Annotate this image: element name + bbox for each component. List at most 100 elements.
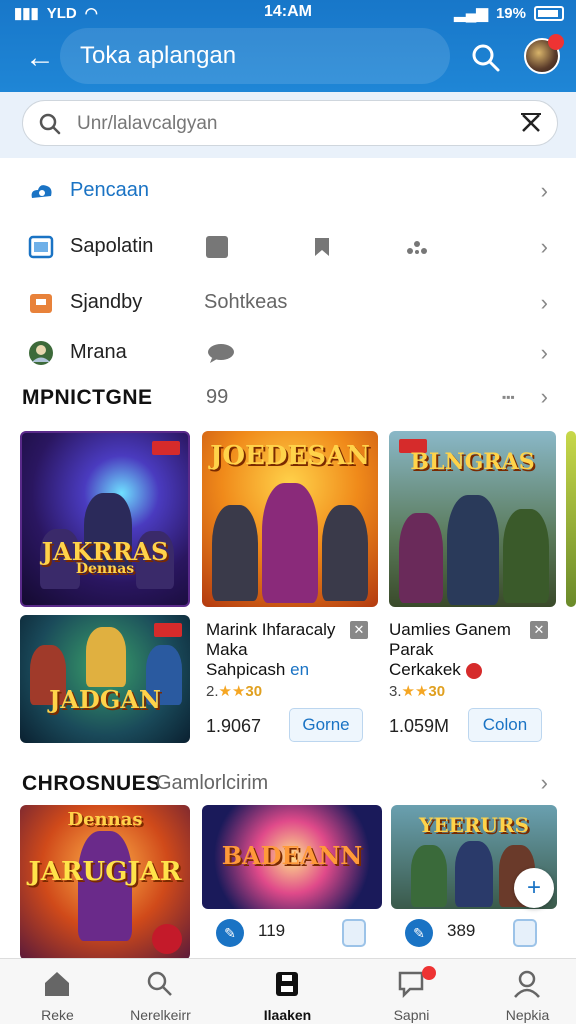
character-figure [447, 495, 499, 605]
chevron-right-icon: › [540, 290, 548, 315]
battery-percent: 19% [495, 4, 526, 22]
artwork-title: BLNGRAS [410, 449, 535, 475]
screen-icon [28, 235, 54, 259]
game-title-line: Marink Ihfaracaly [206, 620, 336, 639]
nav-item-profile[interactable]: Nepkia [470, 959, 576, 1024]
nav-item-home[interactable]: Reke [0, 959, 115, 1024]
game-action-button[interactable]: Colon [468, 708, 542, 742]
card-count: 389 [447, 921, 476, 940]
menu-item-pencaan[interactable]: Pencaan › [0, 162, 576, 218]
signal-strength-icon: ▂▄▆ [454, 5, 488, 22]
cloud-icon [31, 185, 52, 198]
game-artwork[interactable]: JADGAN [20, 615, 190, 743]
game-artwork[interactable]: JOEDESAN [202, 431, 378, 607]
rating-value: 30 [245, 683, 263, 700]
game-title-suffix: en [290, 660, 310, 679]
square-icon [206, 236, 228, 258]
badge [152, 924, 182, 954]
game-rating: 3.★★30 [389, 682, 445, 700]
notification-dot [548, 34, 564, 50]
nav-item-library[interactable]: Ilaaken [230, 959, 345, 1024]
close-icon[interactable]: ✕ [530, 621, 548, 639]
character-figure [455, 841, 493, 907]
menu-item-extra: Sohtkeas [204, 291, 288, 313]
save-icon[interactable] [513, 919, 537, 947]
card-count: 119 [258, 921, 286, 940]
menu-item-mrana[interactable]: Mrana › [0, 324, 576, 380]
game-title-line: Sahpicash [206, 660, 286, 679]
more-dots-icon: ▪▪▪ [502, 390, 515, 404]
game-artwork[interactable]: JAKRRAS Dennas [20, 431, 190, 607]
menu-item-label: Sjandby [70, 291, 143, 313]
artwork-title: JADGAN [49, 685, 161, 714]
search-icon[interactable] [466, 38, 506, 78]
close-icon[interactable]: ✕ [350, 621, 368, 639]
chevron-right-icon[interactable]: › [541, 384, 548, 410]
edit-icon[interactable]: ✎ [216, 919, 244, 947]
character-figure [212, 505, 258, 601]
nav-label: Sapni [393, 1007, 430, 1023]
edit-icon[interactable]: ✎ [405, 919, 433, 947]
card-footer: ✎ 119 [202, 909, 382, 957]
game-title-line: Cerkakek [389, 660, 461, 679]
section-title: CHROSNUES [22, 772, 161, 795]
character-figure [262, 483, 318, 603]
game-count: 1.9067 [206, 716, 262, 736]
back-arrow-icon[interactable]: ← [20, 38, 60, 78]
game-title-line: Maka [206, 640, 248, 659]
add-button[interactable]: + [514, 868, 554, 908]
alert-icon [465, 662, 482, 679]
character-figure [322, 505, 368, 601]
chevron-right-icon: › [540, 234, 548, 259]
chevron-right-icon[interactable]: › [541, 770, 548, 796]
menu-item-sapolatin[interactable]: Sapolatin › [0, 218, 576, 274]
app-header: ▮▮▮ YLD ◠ 14:AM ▂▄▆ 19% ← Toka aplangan [0, 0, 576, 92]
star-icon: ★★ [401, 683, 429, 700]
bookmark-icon [315, 238, 329, 256]
save-icon[interactable] [342, 919, 366, 947]
game-artwork[interactable]: Dennas JARUGJAR [20, 805, 190, 960]
profile-icon [514, 970, 540, 998]
search-person-icon [147, 971, 172, 996]
game-artwork[interactable]: BADEANN [202, 805, 382, 909]
game-count: 1.059M [389, 716, 450, 736]
section-subtitle: Gamlorlcirim [156, 772, 269, 794]
chat-bubble-icon [208, 344, 234, 363]
character-figure [503, 509, 549, 603]
notification-badge [422, 966, 436, 980]
game-artwork[interactable]: BLNGRAS [389, 431, 556, 607]
rating-value: 30 [428, 683, 446, 700]
game-title: Marink Ihfaracaly Maka Sahpicash en [206, 620, 335, 680]
menu-item-label: Mrana [70, 341, 127, 363]
box-icon [30, 294, 52, 313]
avatar[interactable] [524, 34, 564, 74]
nav-item-notifications[interactable]: Sapni [354, 959, 469, 1024]
game-action-button[interactable]: Gorne [289, 708, 363, 742]
nav-label: Ilaaken [263, 1007, 312, 1023]
search-input[interactable]: Unr/lalavcalgyan [22, 100, 558, 146]
character-figure [399, 513, 443, 603]
star-icon: ★★ [218, 683, 246, 700]
chevron-right-icon: › [540, 178, 548, 203]
section-count: 99 [206, 386, 229, 408]
save-icon [276, 972, 298, 996]
battery-icon [534, 5, 564, 21]
nav-label: Reke [41, 1007, 74, 1023]
nav-label: Nerelkeirr [130, 1007, 191, 1023]
game-title: Uamlies Ganem Parak Cerkakek [389, 620, 511, 680]
status-bar: ▮▮▮ YLD ◠ 14:AM ▂▄▆ 19% [0, 0, 576, 26]
game-artwork-partial[interactable] [566, 431, 576, 607]
artwork-subtitle: Dennas [75, 561, 135, 577]
badge [154, 623, 182, 637]
artwork-title: YEERURS [419, 813, 529, 837]
search-placeholder: Unr/lalavcalgyan [77, 113, 218, 134]
page-title: Toka aplangan [80, 42, 237, 69]
rating-prefix: 3. [389, 683, 402, 700]
nav-item-search[interactable]: Nerelkeirr [103, 959, 218, 1024]
chevron-right-icon: › [540, 340, 548, 365]
menu-item-label: Sapolatin [70, 235, 154, 257]
close-icon[interactable] [517, 109, 545, 137]
nav-label: Nepkia [505, 1007, 550, 1023]
menu-item-sjandby[interactable]: Sjandby Sohtkeas › [0, 274, 576, 330]
character-figure [411, 845, 447, 907]
